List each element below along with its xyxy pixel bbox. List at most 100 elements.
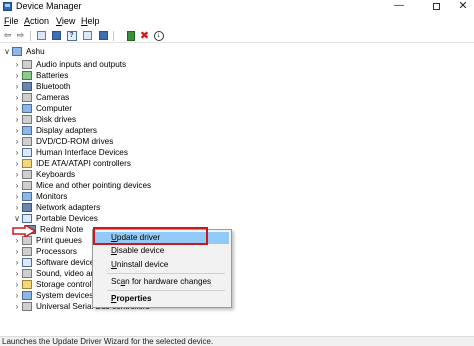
chevron-right-icon[interactable]: › [12, 115, 22, 124]
tree-item-keyboards[interactable]: › Keyboards [12, 169, 75, 180]
chevron-right-icon[interactable]: › [12, 126, 22, 135]
computer-icon [22, 104, 32, 113]
chevron-down-icon[interactable]: ∨ [2, 47, 12, 56]
scan-icon[interactable] [98, 30, 109, 41]
device-tree: ∨ Ashu › Audio inputs and outputs › Batter… [0, 44, 474, 334]
chevron-right-icon[interactable]: › [12, 159, 22, 168]
menu-action[interactable]: Action [24, 16, 49, 26]
menu-item-uninstall-device[interactable]: Uninstall device [111, 260, 168, 269]
device-manager-app-icon [3, 2, 12, 11]
tree-item-cameras[interactable]: › Cameras [12, 92, 69, 103]
view-icon[interactable] [82, 30, 93, 41]
tree-item-bluetooth[interactable]: › Bluetooth [12, 81, 71, 92]
tree-item-processors[interactable]: › Processors [12, 246, 77, 257]
chevron-right-icon[interactable]: › [12, 302, 22, 311]
tree-item-ide[interactable]: › IDE ATA/ATAPI controllers [12, 158, 131, 169]
chevron-right-icon[interactable]: › [12, 269, 22, 278]
menu-item-disable-device[interactable]: Disable device [111, 246, 164, 255]
minimize-button[interactable]: — [388, 0, 410, 14]
software-device-icon [22, 258, 32, 267]
forward-icon[interactable]: ⇨ [15, 30, 26, 41]
tree-item-disk-drives[interactable]: › Disk drives [12, 114, 76, 125]
context-menu-separator [107, 290, 225, 291]
usb-icon [22, 302, 32, 311]
chevron-down-icon[interactable]: ∨ [12, 214, 22, 223]
menu-file[interactable]: File [4, 16, 19, 26]
tree-item-software-devices[interactable]: › Software devices [12, 257, 98, 268]
chevron-right-icon[interactable]: › [12, 82, 22, 91]
chevron-right-icon[interactable]: › [12, 181, 22, 190]
close-button[interactable]: ✕ [452, 0, 474, 14]
speaker-icon [22, 60, 32, 69]
toolbar: ⇦ ⇨ ? ✖ ↓ [0, 28, 474, 43]
tree-item-system-devices[interactable]: › System devices [12, 290, 93, 301]
tree-item-storage[interactable]: › Storage controllers [12, 279, 105, 290]
battery-icon [22, 71, 32, 80]
chevron-right-icon[interactable]: › [12, 137, 22, 146]
portable-device-icon [22, 214, 32, 223]
status-text: Launches the Update Driver Wizard for th… [2, 337, 214, 346]
system-device-icon [22, 291, 32, 300]
hid-icon [22, 148, 32, 157]
chevron-right-icon[interactable]: › [12, 71, 22, 80]
annotation-arrow-icon [12, 225, 36, 237]
tree-item-computer[interactable]: › Computer [12, 103, 72, 114]
tree-item-monitors[interactable]: › Monitors [12, 191, 67, 202]
chevron-right-icon[interactable]: › [12, 104, 22, 113]
storage-icon [22, 280, 32, 289]
dvd-icon [22, 137, 32, 146]
tree-item-network[interactable]: › Network adapters [12, 202, 100, 213]
tree-item-hid[interactable]: › Human Interface Devices [12, 147, 128, 158]
chevron-right-icon[interactable]: › [12, 280, 22, 289]
camera-icon [22, 93, 32, 102]
controller-icon [22, 159, 32, 168]
menu-item-scan-hardware[interactable]: Scan for hardware changes [111, 277, 211, 286]
chevron-right-icon[interactable]: › [12, 192, 22, 201]
mouse-icon [22, 181, 32, 190]
menu-bar: File Action View Help [0, 15, 474, 28]
tree-item-portable-devices[interactable]: ∨ Portable Devices [12, 213, 98, 224]
disk-icon [22, 115, 32, 124]
tree-item-display-adapters[interactable]: › Display adapters [12, 125, 97, 136]
toolbar-separator [113, 31, 114, 41]
tree-item-dvd-drives[interactable]: › DVD/CD-ROM drives [12, 136, 113, 147]
tree-item-audio[interactable]: › Audio inputs and outputs [12, 59, 126, 70]
tree-root[interactable]: ∨ Ashu [2, 46, 45, 57]
bluetooth-icon [22, 82, 32, 91]
computer-icon [12, 47, 22, 56]
context-menu-separator [107, 273, 225, 274]
maximize-button[interactable] [425, 0, 447, 14]
annotation-highlight-box [93, 227, 208, 245]
tree-root-label: Ashu [26, 47, 45, 56]
help-icon[interactable]: ? [66, 30, 77, 41]
display-icon [22, 126, 32, 135]
tree-item-mice[interactable]: › Mice and other pointing devices [12, 180, 151, 191]
monitor-icon [22, 192, 32, 201]
window-title: Device Manager [16, 1, 82, 11]
list-icon[interactable] [51, 30, 62, 41]
menu-view[interactable]: View [56, 16, 75, 26]
chevron-right-icon[interactable]: › [12, 60, 22, 69]
keyboard-icon [22, 170, 32, 179]
toolbar-separator [30, 31, 31, 41]
title-bar: Device Manager — ✕ [0, 0, 474, 15]
printer-icon [22, 236, 32, 245]
chevron-right-icon[interactable]: › [12, 247, 22, 256]
uninstall-icon[interactable]: ✖ [139, 30, 150, 42]
maximize-icon [432, 3, 440, 10]
download-icon[interactable]: ↓ [153, 30, 164, 41]
tree-item-batteries[interactable]: › Batteries [12, 70, 68, 81]
menu-help[interactable]: Help [81, 16, 100, 26]
status-bar: Launches the Update Driver Wizard for th… [0, 336, 474, 346]
menu-item-properties[interactable]: Properties [111, 294, 152, 303]
chevron-right-icon[interactable]: › [12, 93, 22, 102]
chevron-right-icon[interactable]: › [12, 258, 22, 267]
update-driver-icon[interactable] [125, 30, 136, 41]
chevron-right-icon[interactable]: › [12, 236, 22, 245]
chevron-right-icon[interactable]: › [12, 291, 22, 300]
chevron-right-icon[interactable]: › [12, 148, 22, 157]
properties-icon[interactable] [36, 30, 47, 41]
back-icon[interactable]: ⇦ [2, 30, 13, 41]
chevron-right-icon[interactable]: › [12, 203, 22, 212]
chevron-right-icon[interactable]: › [12, 170, 22, 179]
